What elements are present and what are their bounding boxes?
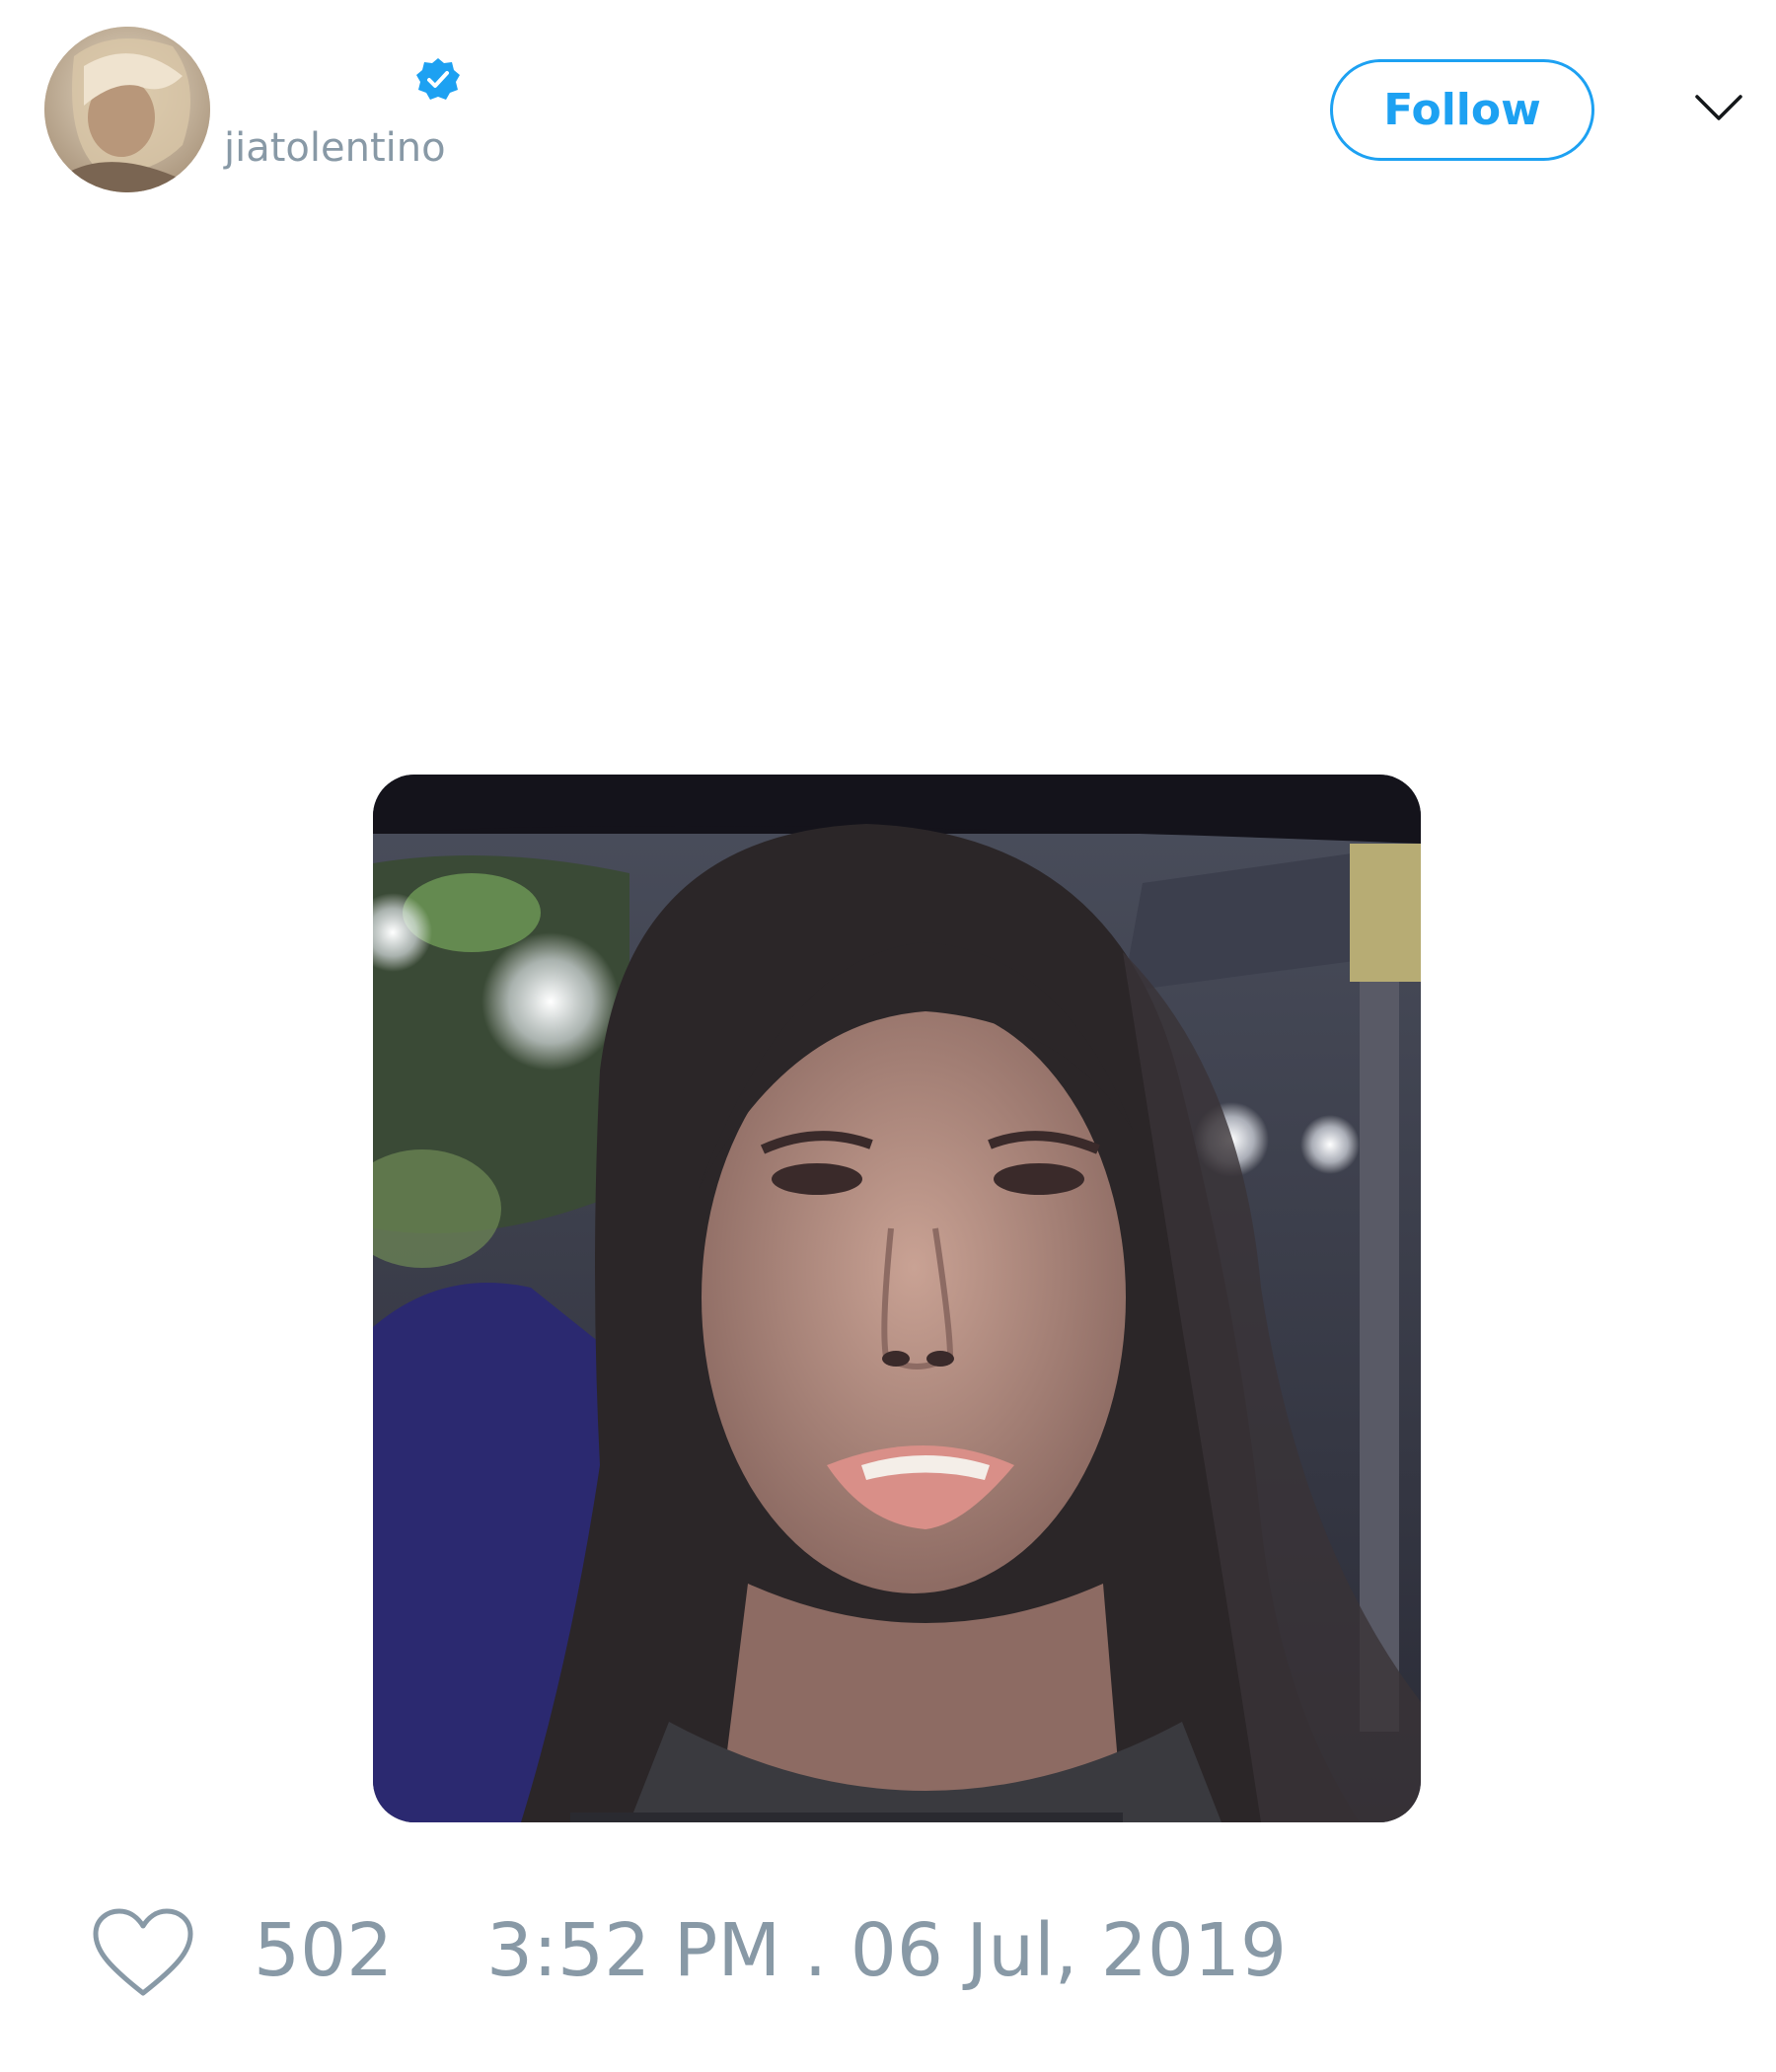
avatar-photo — [44, 27, 210, 192]
heart-icon[interactable] — [91, 1906, 195, 2001]
author-handle[interactable]: jiatolentino — [224, 128, 446, 168]
author-avatar[interactable] — [44, 27, 210, 192]
video-frame — [373, 775, 1421, 1822]
like-count: 502 — [254, 1908, 394, 1993]
tweet-timestamp[interactable]: 3:52 PM . 06 Jul, 2019 — [486, 1914, 1287, 1987]
verified-badge-icon — [416, 58, 460, 100]
tweet-video[interactable] — [373, 775, 1421, 1822]
chevron-down-icon[interactable] — [1694, 89, 1743, 128]
follow-button[interactable]: Follow — [1330, 59, 1594, 161]
